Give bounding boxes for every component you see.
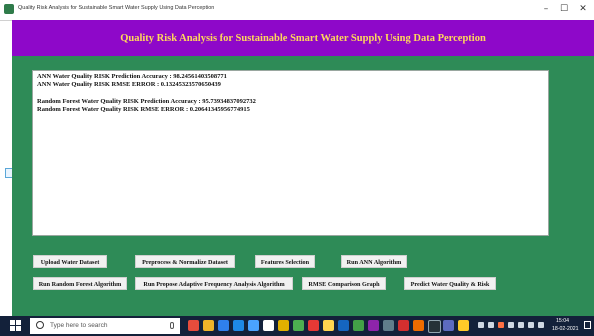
clock-date[interactable]: 18-02-2021 — [552, 326, 579, 332]
run-ann-button[interactable]: Run ANN Algorithm — [341, 255, 407, 268]
app-icon-blue[interactable] — [443, 320, 454, 331]
rmse-graph-button[interactable]: RMSE Comparison Graph — [302, 277, 386, 290]
output-line-ann-accuracy: ANN Water Quality RISK Prediction Accura… — [37, 73, 227, 80]
features-selection-button[interactable]: Features Selection — [255, 255, 315, 268]
chrome-icon[interactable] — [278, 320, 289, 331]
python-idle-icon[interactable] — [458, 320, 469, 331]
search-icon — [36, 321, 44, 329]
notification-icon[interactable] — [584, 321, 591, 329]
system-tray: 15:04 18-02-2021 — [474, 316, 594, 336]
run-random-forest-button[interactable]: Run Random Forest Algorithm — [33, 277, 127, 290]
run-adaptive-frequency-button[interactable]: Run Propose Adaptive Frequency Analysis … — [135, 277, 293, 290]
pdf-icon[interactable] — [398, 320, 409, 331]
python-icon[interactable] — [293, 320, 304, 331]
preprocess-button[interactable]: Preprocess & Normalize Dataset — [135, 255, 235, 268]
edge-icon[interactable] — [233, 320, 244, 331]
volume-icon[interactable] — [528, 322, 534, 328]
excel-icon[interactable] — [353, 320, 364, 331]
app-icon-red[interactable] — [308, 320, 319, 331]
windows-logo-icon — [16, 320, 21, 325]
start-button[interactable] — [0, 316, 30, 336]
restore-button[interactable]: ☐ — [556, 3, 572, 16]
task-view-icon[interactable] — [188, 320, 199, 331]
folder-icon[interactable] — [323, 320, 334, 331]
window-title: Quality Risk Analysis for Sustainable Sm… — [18, 5, 215, 11]
word-icon[interactable] — [338, 320, 349, 331]
windows-logo-icon — [16, 326, 21, 331]
wifi-icon[interactable] — [518, 322, 524, 328]
search-placeholder: Type here to search — [50, 322, 108, 329]
app-icon — [4, 4, 14, 14]
taskbar-search[interactable]: Type here to search — [30, 318, 180, 334]
store-icon[interactable] — [248, 320, 259, 331]
cmd-icon[interactable] — [428, 320, 441, 333]
terminal-icon[interactable] — [383, 320, 394, 331]
output-line-rf-rmse: Random Forest Water Quality RISK RMSE ER… — [37, 106, 250, 113]
notepad-icon[interactable] — [263, 320, 274, 331]
main-panel: Quality Risk Analysis for Sustainable Sm… — [12, 20, 594, 316]
chevron-up-icon[interactable] — [488, 322, 494, 328]
output-line-ann-rmse: ANN Water Quality RISK RMSE ERROR : 0.13… — [37, 81, 221, 88]
file-explorer-icon[interactable] — [203, 320, 214, 331]
network-icon[interactable] — [478, 322, 484, 328]
header-banner: Quality Risk Analysis for Sustainable Sm… — [12, 20, 594, 56]
microphone-icon[interactable] — [170, 322, 174, 329]
window-titlebar: Quality Risk Analysis for Sustainable Sm… — [0, 0, 594, 21]
output-line-rf-accuracy: Random Forest Water Quality RISK Predict… — [37, 98, 256, 105]
page-title: Quality Risk Analysis for Sustainable Sm… — [120, 33, 486, 44]
clock-time[interactable]: 15:04 — [556, 318, 569, 324]
powerpoint-icon[interactable] — [413, 320, 424, 331]
minimize-button[interactable]: – — [538, 3, 554, 16]
media-icon[interactable] — [368, 320, 379, 331]
taskbar: Type here to search 15:04 18-02-2021 — [0, 316, 594, 336]
close-button[interactable]: ✕ — [575, 3, 591, 16]
upload-dataset-button[interactable]: Upload Water Dataset — [33, 255, 107, 268]
output-textarea[interactable]: ANN Water Quality RISK Prediction Accura… — [32, 70, 549, 236]
tray-app-icon[interactable] — [498, 322, 504, 328]
mail-icon[interactable] — [218, 320, 229, 331]
battery-icon[interactable] — [508, 322, 514, 328]
language-icon[interactable] — [538, 322, 544, 328]
predict-quality-button[interactable]: Predict Water Quality & Risk — [404, 277, 496, 290]
windows-logo-icon — [10, 326, 15, 331]
windows-logo-icon — [10, 320, 15, 325]
